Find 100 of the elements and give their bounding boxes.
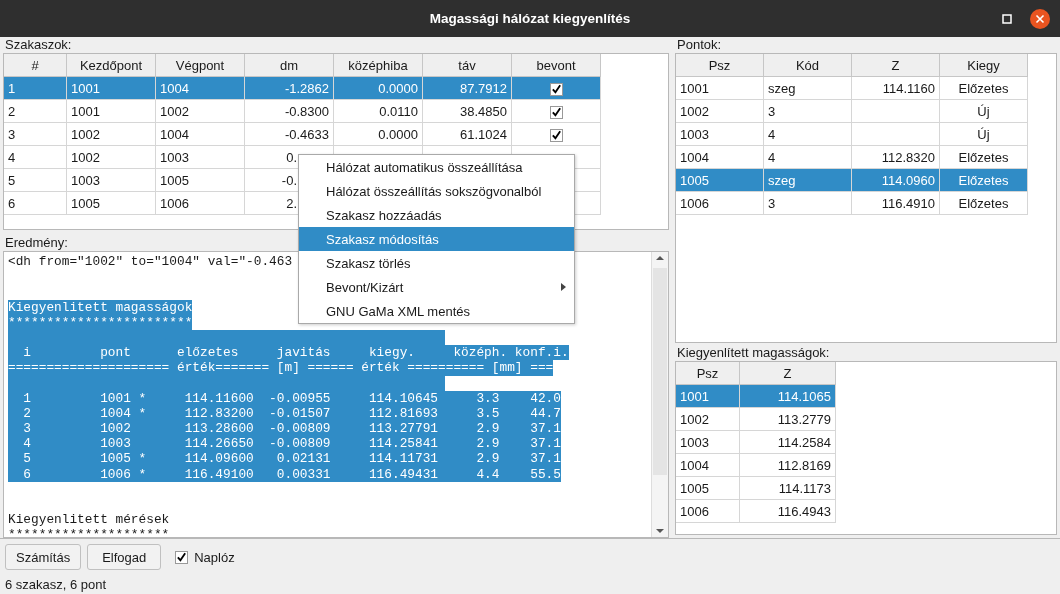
table-cell: 116.4943: [739, 499, 836, 523]
column-header[interactable]: Psz: [676, 362, 740, 385]
table-cell: 38.4850: [422, 99, 512, 123]
action-button[interactable]: Számítás: [5, 544, 82, 570]
table-cell: 1006: [676, 499, 740, 523]
menu-item[interactable]: Szakasz módosítás: [299, 227, 574, 251]
table-cell: Új: [939, 122, 1028, 146]
section-label: Eredmény:: [4, 235, 68, 251]
table-cell: 1002: [66, 145, 156, 169]
table-row[interactable]: 1001 szeg 114.1160 Előzetes: [676, 76, 1028, 100]
table-cell: 114.1173: [739, 476, 836, 500]
table-cell: -0.8300: [244, 99, 334, 123]
text-line: *********************: [8, 527, 170, 537]
table-cell: 1003: [66, 168, 156, 192]
table-row[interactable]: 1003 4 Új: [676, 122, 1028, 146]
table-row[interactable]: 2 1001 1002 -0.8300 0.0110 38.4850: [4, 99, 601, 123]
table-cell: 112.8320: [881, 149, 935, 165]
table-row[interactable]: 1006 116.4943: [676, 499, 836, 523]
column-header[interactable]: dm: [244, 54, 334, 77]
table-cell: 1002: [676, 407, 740, 431]
table-cell: 1001: [676, 384, 740, 408]
table-cell: 3: [763, 191, 852, 215]
table-row[interactable]: 1006 3 116.4910 Előzetes: [676, 191, 1028, 215]
table-cell: 6: [4, 191, 67, 215]
table-cell: 1: [4, 76, 67, 100]
table-cell: Új: [939, 99, 1028, 123]
table-cell: 1002: [66, 122, 156, 146]
table-cell: Előzetes: [939, 145, 1028, 169]
table-row[interactable]: 1003 114.2584: [676, 430, 836, 454]
action-button[interactable]: Elfogad: [87, 544, 162, 570]
table-cell: 2: [4, 99, 67, 123]
checkbox[interactable]: [549, 105, 563, 119]
table-cell: 61.1024: [422, 122, 512, 146]
table-row[interactable]: 1002 113.2779: [676, 407, 836, 431]
table-cell: 1003: [676, 430, 740, 454]
table-cell: 116.4910: [881, 195, 935, 211]
table-row[interactable]: 1004 4 112.8320 Előzetes: [676, 145, 1028, 169]
table-row[interactable]: 1 1001 1004 -1.2862 0.0000 87.7912: [4, 76, 601, 100]
table-cell: 3: [4, 122, 67, 146]
maximize-icon[interactable]: [1002, 14, 1012, 24]
table-cell: 1006: [676, 191, 764, 215]
table-cell: 1003: [676, 122, 764, 146]
table-cell: 1004: [676, 453, 740, 477]
table-cell: 0.0000: [333, 122, 423, 146]
table-cell: 114.0960: [881, 172, 935, 188]
table-row[interactable]: 1005 114.1173: [676, 476, 836, 500]
table-cell: 1005: [155, 168, 245, 192]
table-row[interactable]: 1001 114.1065: [676, 384, 836, 408]
table-cell: 1001: [66, 99, 156, 123]
table-cell: 1003: [155, 145, 245, 169]
table-cell: 1004: [155, 122, 245, 146]
column-header[interactable]: #: [4, 54, 67, 77]
checkbox[interactable]: [549, 128, 563, 142]
table-cell: szeg: [763, 76, 852, 100]
table-cell: 1004: [676, 145, 764, 169]
table-cell: 0.0110: [333, 99, 423, 123]
text-line: Kiegyenlitett mérések: [8, 512, 170, 528]
table-cell: 5: [4, 168, 67, 192]
table-row[interactable]: 3 1002 1004 -0.4633 0.0000 61.1024: [4, 122, 601, 146]
column-header[interactable]: Z: [851, 54, 940, 77]
table-cell: 114.1160: [882, 80, 935, 96]
close-icon[interactable]: [1030, 9, 1050, 29]
checkbox[interactable]: [175, 550, 189, 564]
column-header[interactable]: Kód: [763, 54, 852, 77]
section-label: Pontok:: [676, 37, 722, 53]
table-cell: 4: [763, 122, 852, 146]
menu-item[interactable]: GNU GaMa XML mentés: [299, 299, 574, 323]
table-cell: 113.2779: [739, 407, 836, 431]
table-row[interactable]: 1005 szeg 114.0960 Előzetes: [676, 168, 1028, 192]
checkbox[interactable]: [549, 82, 563, 96]
table-cell: 1005: [676, 168, 764, 192]
column-header[interactable]: Kezdőpont: [66, 54, 156, 77]
table-cell: 1006: [155, 191, 245, 215]
status-text: 6 szakasz, 6 pont: [5, 577, 107, 593]
column-header[interactable]: táv: [422, 54, 512, 77]
table-cell: 112.8169: [739, 453, 836, 477]
menu-item[interactable]: Bevont/Kizárt: [299, 275, 574, 299]
table-cell: 3: [763, 99, 852, 123]
menu-item[interactable]: Szakasz törlés: [299, 251, 574, 275]
checkbox-label[interactable]: Naplóz: [194, 549, 235, 565]
column-header[interactable]: Z: [739, 362, 836, 385]
table-cell: 1002: [155, 99, 245, 123]
text-line: <dh from="1002" to="1004" val="-0.463: [8, 254, 293, 270]
column-header[interactable]: bevont: [511, 54, 601, 77]
table-cell: 4: [763, 145, 852, 169]
column-header[interactable]: Kiegy: [939, 54, 1028, 77]
table-cell: 4: [4, 145, 67, 169]
table-row[interactable]: 1004 112.8169: [676, 453, 836, 477]
scrollbar[interactable]: [651, 252, 668, 537]
table-cell: 1002: [676, 99, 764, 123]
column-header[interactable]: középhiba: [333, 54, 423, 77]
table-cell: 114.2584: [739, 430, 836, 454]
table-cell: 1001: [676, 76, 764, 100]
column-header[interactable]: Végpont: [155, 54, 245, 77]
window-title: Magassági hálózat kiegyenlítés: [429, 11, 631, 26]
table-row[interactable]: 1002 3 Új: [676, 99, 1028, 123]
column-header[interactable]: Psz: [676, 54, 764, 77]
table-cell: 1005: [676, 476, 740, 500]
table-cell: -0.4633: [244, 122, 334, 146]
table-cell: Előzetes: [939, 191, 1028, 215]
